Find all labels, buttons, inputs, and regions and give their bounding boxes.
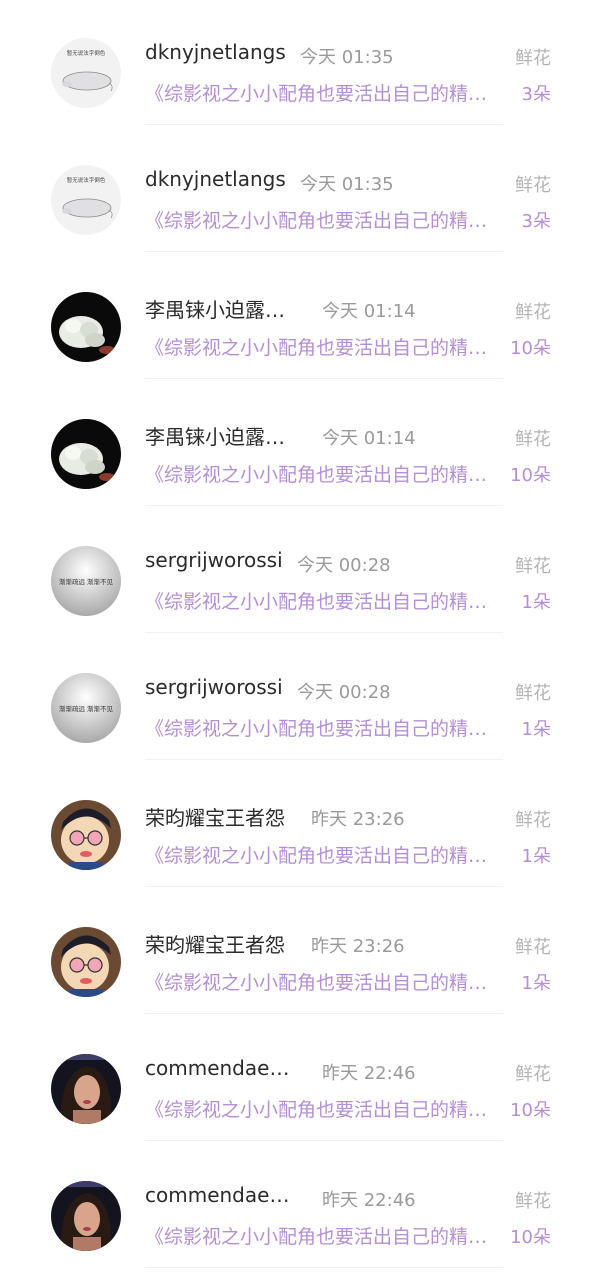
gift-count: 1朵 <box>521 973 551 994</box>
avatar[interactable]: 渐渐疏远 渐渐不见 <box>51 673 121 743</box>
user-name[interactable]: 李禺铼小迫露… <box>145 294 285 323</box>
user-name[interactable]: commendaes… <box>145 1183 290 1207</box>
gift-type-label: 鲜花 <box>515 175 551 196</box>
gift-type-label: 鲜花 <box>515 810 551 831</box>
avatar[interactable] <box>51 292 121 362</box>
divider <box>145 505 503 506</box>
book-title-link[interactable]: 《综影视之小小配角也要活出自己的精彩》 <box>145 587 500 614</box>
gift-count: 3朵 <box>521 211 551 232</box>
list-item[interactable]: 渐渐疏远 渐渐不见 sergrijworossi 今天 00:28 鲜花 《综影… <box>0 635 603 762</box>
gift-count: 10朵 <box>510 338 551 359</box>
avatar[interactable] <box>51 419 121 489</box>
avatar[interactable]: 暂无说法字倒色 <box>51 165 121 235</box>
avatar[interactable] <box>51 800 121 870</box>
gift-type-label: 鲜花 <box>515 302 551 323</box>
avatar-caption: 渐渐疏远 渐渐不见 <box>59 704 114 713</box>
list-item[interactable]: 暂无说法字倒色 dknyjnetlangs 今天 01:35 鲜花 《综影视之小… <box>0 0 603 127</box>
avatar-caption: 渐渐疏远 渐渐不见 <box>59 577 114 586</box>
avatar[interactable]: 渐渐疏远 渐渐不见 <box>51 546 121 616</box>
avatar[interactable] <box>51 1054 121 1124</box>
user-name[interactable]: sergrijworossi <box>145 548 283 572</box>
book-title-link[interactable]: 《综影视之小小配角也要活出自己的精彩》 <box>145 1222 500 1249</box>
gift-count: 10朵 <box>510 1100 551 1121</box>
list-item[interactable]: commendaes… 昨天 22:46 鲜花 《综影视之小小配角也要活出自己的… <box>0 1016 603 1143</box>
gift-type-label: 鲜花 <box>515 556 551 577</box>
divider <box>145 632 503 633</box>
divider <box>145 251 503 252</box>
avatar-caption: 暂无说法字倒色 <box>67 49 106 57</box>
list-item[interactable]: 渐渐疏远 渐渐不见 sergrijworossi 今天 00:28 鲜花 《综影… <box>0 508 603 635</box>
time-label: 昨天 22:46 <box>322 1190 416 1211</box>
user-name[interactable]: sergrijworossi <box>145 675 283 699</box>
divider <box>145 1267 503 1268</box>
list-item[interactable]: 暂无说法字倒色 dknyjnetlangs 今天 01:35 鲜花 《综影视之小… <box>0 127 603 254</box>
avatar[interactable] <box>51 927 121 997</box>
book-title-link[interactable]: 《综影视之小小配角也要活出自己的精彩》 <box>145 968 500 995</box>
gift-type-label: 鲜花 <box>515 48 551 69</box>
time-label: 昨天 23:26 <box>311 809 405 830</box>
user-name[interactable]: commendaes… <box>145 1056 290 1080</box>
book-title-link[interactable]: 《综影视之小小配角也要活出自己的精彩》 <box>145 79 500 106</box>
gift-count: 1朵 <box>521 719 551 740</box>
gift-count: 1朵 <box>521 592 551 613</box>
gift-type-label: 鲜花 <box>515 429 551 450</box>
list-item[interactable]: 荣昀耀宝王者怨 昨天 23:26 鲜花 《综影视之小小配角也要活出自己的精彩》 … <box>0 889 603 1016</box>
time-label: 今天 01:14 <box>322 301 416 322</box>
avatar[interactable]: 暂无说法字倒色 <box>51 38 121 108</box>
list-item[interactable]: 李禺铼小迫露… 今天 01:14 鲜花 《综影视之小小配角也要活出自己的精彩》 … <box>0 381 603 508</box>
time-label: 今天 01:35 <box>300 174 394 195</box>
divider <box>145 1013 503 1014</box>
time-label: 今天 00:28 <box>297 682 391 703</box>
time-label: 昨天 22:46 <box>322 1063 416 1084</box>
book-title-link[interactable]: 《综影视之小小配角也要活出自己的精彩》 <box>145 1095 500 1122</box>
avatar[interactable] <box>51 1181 121 1251</box>
gift-record-list: 暂无说法字倒色 dknyjnetlangs 今天 01:35 鲜花 《综影视之小… <box>0 0 603 1280</box>
list-item[interactable]: 李禺铼小迫露… 今天 01:14 鲜花 《综影视之小小配角也要活出自己的精彩》 … <box>0 254 603 381</box>
divider <box>145 886 503 887</box>
divider <box>145 124 503 125</box>
gift-count: 3朵 <box>521 84 551 105</box>
gift-count: 10朵 <box>510 465 551 486</box>
avatar-caption: 暂无说法字倒色 <box>67 176 106 184</box>
book-title-link[interactable]: 《综影视之小小配角也要活出自己的精彩》 <box>145 460 500 487</box>
user-name[interactable]: 荣昀耀宝王者怨 <box>145 802 285 831</box>
list-item[interactable]: commendaes… 昨天 22:46 鲜花 《综影视之小小配角也要活出自己的… <box>0 1143 603 1270</box>
book-title-link[interactable]: 《综影视之小小配角也要活出自己的精彩》 <box>145 714 500 741</box>
list-item[interactable]: 荣昀耀宝王者怨 昨天 23:26 鲜花 《综影视之小小配角也要活出自己的精彩》 … <box>0 762 603 889</box>
book-title-link[interactable]: 《综影视之小小配角也要活出自己的精彩》 <box>145 841 500 868</box>
divider <box>145 378 503 379</box>
time-label: 今天 01:14 <box>322 428 416 449</box>
time-label: 昨天 23:26 <box>311 936 405 957</box>
gift-type-label: 鲜花 <box>515 1064 551 1085</box>
user-name[interactable]: 李禺铼小迫露… <box>145 421 285 450</box>
gift-count: 1朵 <box>521 846 551 867</box>
gift-type-label: 鲜花 <box>515 683 551 704</box>
gift-type-label: 鲜花 <box>515 937 551 958</box>
user-name[interactable]: 荣昀耀宝王者怨 <box>145 929 285 958</box>
gift-type-label: 鲜花 <box>515 1191 551 1212</box>
time-label: 今天 00:28 <box>297 555 391 576</box>
book-title-link[interactable]: 《综影视之小小配角也要活出自己的精彩》 <box>145 333 500 360</box>
time-label: 今天 01:35 <box>300 47 394 68</box>
user-name[interactable]: dknyjnetlangs <box>145 40 286 64</box>
book-title-link[interactable]: 《综影视之小小配角也要活出自己的精彩》 <box>145 206 500 233</box>
divider <box>145 1140 503 1141</box>
user-name[interactable]: dknyjnetlangs <box>145 167 286 191</box>
gift-count: 10朵 <box>510 1227 551 1248</box>
divider <box>145 759 503 760</box>
